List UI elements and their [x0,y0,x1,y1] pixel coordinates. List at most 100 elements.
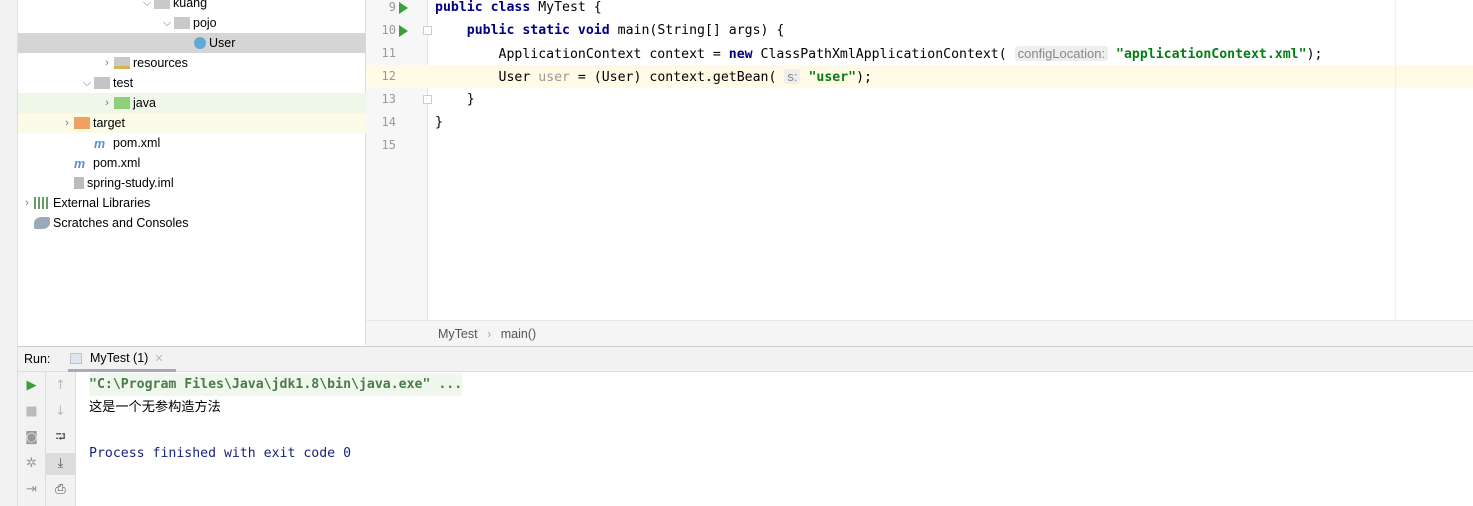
breadcrumb-item[interactable]: main() [501,327,536,341]
tree-item-label: resources [133,56,188,70]
arrow-up-icon[interactable]: ↑ [46,375,75,397]
package-icon [174,17,190,29]
code-token: public static void [466,23,618,38]
tree-item[interactable]: Scratches and Consoles [18,213,366,233]
close-icon[interactable]: ✕ [154,352,163,365]
chevron-down-icon[interactable]: ⌵ [160,17,174,30]
breadcrumb-separator-icon: › [487,327,492,341]
line-number: 12 [381,69,396,83]
print-icon[interactable]: ⎙ [46,479,75,501]
excluded-folder-icon [74,117,90,129]
folder-icon [94,77,110,89]
console-line: 这是一个无参构造方法 [89,400,221,415]
line-number: 15 [381,138,396,152]
scratches-icon [34,217,50,229]
console-icon [70,352,82,364]
line-number: 14 [381,115,396,129]
tree-item[interactable]: › java [18,93,366,113]
run-gutter-icon[interactable] [399,2,408,14]
run-gutter-icon[interactable] [399,25,408,37]
code-token: } [435,92,475,107]
tree-item[interactable]: m pom.xml [18,153,366,173]
stop-icon[interactable]: ■ [18,401,45,423]
tree-item[interactable]: › External Libraries [18,193,366,213]
tree-item-label: java [133,96,156,110]
code-line: public class MyTest { [428,0,1473,19]
chevron-right-icon[interactable]: › [100,57,114,69]
line-number: 11 [381,46,396,60]
code-token: new [728,47,761,62]
maven-icon: m [94,137,106,151]
exit-icon[interactable]: ⇥ [18,479,45,501]
tree-item[interactable]: spring-study.iml [18,173,366,193]
tab-mytest[interactable]: MyTest (1) ✕ [68,347,176,372]
code-token: main(String[] args) { [617,23,785,38]
tree-item[interactable]: ⌵ kuang [18,0,366,13]
tree-item-label: test [113,76,134,90]
tree-item[interactable]: User [18,33,366,53]
run-label: Run: [24,352,51,366]
chevron-down-icon[interactable]: ⌵ [80,77,94,90]
tree-item-label: pojo [193,16,217,30]
line-number: 10 [381,23,396,37]
tree-item-label: target [93,116,125,130]
code-line: } [428,88,1473,111]
chevron-right-icon[interactable]: › [60,117,74,129]
line-number: 9 [388,0,396,14]
tree-item[interactable]: › resources [18,53,366,73]
tree-item-label: kuang [173,0,208,10]
tree-item-label: spring-study.iml [87,176,174,190]
soft-wrap-icon[interactable]: ⮒ [46,427,75,449]
code-token: ); [1306,47,1323,62]
scroll-to-end-icon[interactable]: ⤓ [46,453,75,475]
console-toolbar: ↑ ↓ ⮒ ⤓ ⎙ [46,372,76,506]
code-token: User [435,70,539,85]
test-folder-icon [114,97,130,109]
breadcrumb-item[interactable]: MyTest [438,327,478,341]
tree-item-label: Scratches and Consoles [53,216,189,230]
run-toolbar: ▶ ■ ◙ ✲ ⇥ [18,372,46,506]
resources-icon [114,57,130,69]
left-tool-strip [0,0,18,506]
rerun-icon[interactable]: ▶ [18,375,45,397]
iml-file-icon [74,177,84,189]
code-line: public static void main(String[] args) { [428,19,1473,42]
console-output[interactable]: "C:\Program Files\Java\jdk1.8\bin\java.e… [76,372,1473,506]
package-icon [154,0,170,9]
code-line: ApplicationContext context = new ClassPa… [428,42,1473,65]
chevron-right-icon[interactable]: › [20,197,34,209]
class-icon [194,37,206,49]
code-token: public class [435,0,539,15]
chevron-down-icon[interactable]: ⌵ [140,0,154,10]
chevron-right-icon[interactable]: › [100,97,114,109]
code-line: } [428,111,1473,134]
code-token: MyTest { [538,0,602,15]
parameter-hint: s: [784,69,801,84]
arrow-down-icon[interactable]: ↓ [46,401,75,423]
code-token: } [435,115,443,130]
code-token: ApplicationContext context = [435,47,729,62]
code-editor[interactable]: public class MyTest { public static void… [428,0,1473,320]
tree-item[interactable]: ⌵ pojo [18,13,366,33]
tab-label: MyTest (1) [90,351,149,365]
camera-icon[interactable]: ◙ [18,427,45,449]
tree-item-label: pom.xml [113,136,161,150]
code-token: "applicationContext.xml" [1116,47,1307,62]
line-number: 13 [381,92,396,106]
maven-icon: m [74,157,86,171]
console-line: Process finished with exit code 0 [89,446,352,461]
code-token: ClassPathXmlApplicationContext( [760,47,1015,62]
project-tree: ⌵ kuang ⌵ pojo User › resources ⌵ test › java › targ… [18,0,366,345]
run-panel-header: Run: MyTest (1) ✕ [18,346,1473,372]
tree-item[interactable]: m pom.xml [18,133,366,153]
editor-gutter: 9 10 11 12 13 14 15 [366,0,432,320]
editor-right-margin [1395,0,1473,320]
tree-item[interactable]: ⌵ test [18,73,366,93]
settings-icon[interactable]: ✲ [18,453,45,475]
tree-item[interactable]: › target [18,113,366,133]
breadcrumb: MyTest › main() [366,320,1473,346]
tree-item-label: pom.xml [93,156,141,170]
